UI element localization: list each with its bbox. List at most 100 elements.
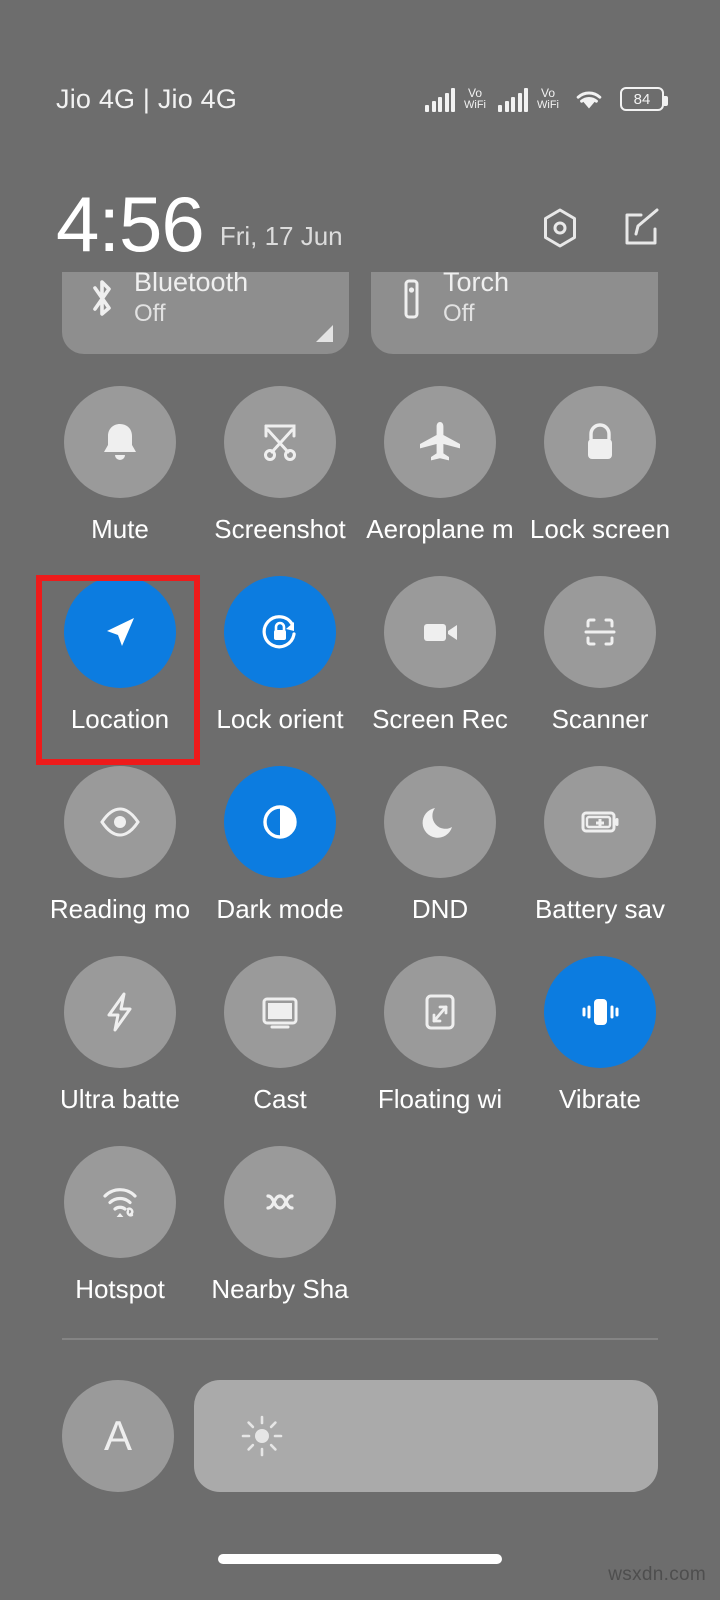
tile-hotspot[interactable]: Hotspot: [40, 1138, 200, 1328]
tile-ultra-battery-saver[interactable]: Ultra batte: [40, 948, 200, 1138]
tile-circle[interactable]: [544, 766, 656, 878]
big-tile-status: Off: [443, 300, 475, 327]
lightning-bolt-icon: [107, 992, 132, 1032]
big-tile-title: Bluetooth: [134, 272, 249, 297]
hotspot-icon: [103, 1188, 137, 1217]
big-tile-title: Torch: [443, 272, 510, 297]
tile-label: Dark mode: [216, 894, 344, 924]
vowifi-line1: Vo: [540, 86, 555, 100]
brightness-slider[interactable]: [194, 1380, 658, 1492]
tile-empty-1: [360, 1138, 520, 1328]
tile-nearby-share[interactable]: Nearby Sha: [200, 1138, 360, 1328]
home-indicator[interactable]: [218, 1554, 502, 1564]
sun-icon: [241, 1415, 283, 1457]
tile-label: Screenshot: [214, 514, 346, 544]
clock-date: Fri, 17 Jun: [219, 220, 343, 251]
tile-scanner[interactable]: Scanner: [520, 568, 680, 758]
auto-brightness-button[interactable]: A: [62, 1380, 174, 1492]
scan-frame-icon: [584, 618, 616, 646]
tile-label: Battery sav: [534, 894, 666, 924]
vowifi-line1: Vo: [467, 86, 482, 100]
big-tile-status: Off: [134, 300, 166, 327]
tile-expand-corner-icon[interactable]: [316, 325, 333, 342]
divider: [62, 1338, 658, 1340]
bluetooth-icon: [80, 276, 124, 322]
tile-circle[interactable]: [64, 766, 176, 878]
quick-settings-panel: Jio 4G | Jio 4G Vo WiFi Vo WiFi 84 4:56 …: [0, 0, 720, 1600]
tile-label: Reading mo: [49, 894, 191, 924]
tile-circle[interactable]: [224, 1146, 336, 1258]
status-icons: Vo WiFi Vo WiFi 84: [425, 49, 668, 112]
tile-dark-mode[interactable]: Dark mode: [200, 758, 360, 948]
header-actions: [538, 198, 664, 250]
tile-label: Aeroplane m: [366, 514, 514, 544]
tile-circle[interactable]: [384, 576, 496, 688]
tile-vibrate[interactable]: Vibrate: [520, 948, 680, 1138]
tile-circle[interactable]: [64, 386, 176, 498]
moon-icon: [422, 808, 452, 838]
battery-icon: 84: [620, 87, 668, 111]
tile-screen-recorder[interactable]: Screen Rec: [360, 568, 520, 758]
monitor-icon: [262, 997, 298, 1029]
tile-mute[interactable]: Mute: [40, 378, 200, 568]
tile-label: Cast: [253, 1084, 307, 1114]
tile-circle[interactable]: [544, 386, 656, 498]
tile-circle[interactable]: [384, 956, 496, 1068]
wifi-icon: [573, 87, 605, 111]
big-tiles-row: Bluetooth Off Torch Off: [0, 272, 720, 354]
tile-screenshot[interactable]: Screenshot: [200, 378, 360, 568]
tile-circle[interactable]: [384, 766, 496, 878]
vowifi-label-1: Vo WiFi: [464, 87, 486, 111]
tile-lock-orientation[interactable]: Lock orient: [200, 568, 360, 758]
tile-aeroplane-mode[interactable]: Aeroplane m: [360, 378, 520, 568]
tile-circle[interactable]: [64, 576, 176, 688]
tile-row: Hotspot Nearby Sha: [40, 1138, 680, 1328]
tile-label: Screen Rec: [372, 704, 508, 734]
tile-label: Floating wi: [377, 1084, 503, 1114]
tile-circle[interactable]: [224, 576, 336, 688]
tile-label: Mute: [91, 514, 149, 544]
bell-icon: [104, 424, 136, 460]
tile-dnd[interactable]: DND: [360, 758, 520, 948]
signal-bars-icon: [425, 87, 455, 112]
tile-location[interactable]: Location: [40, 568, 200, 758]
video-camera-icon: [424, 624, 457, 641]
tile-circle[interactable]: [544, 576, 656, 688]
lock-rotation-icon: [262, 615, 296, 649]
signal-bars-icon-2: [498, 87, 528, 112]
tile-label: Lock screen: [529, 514, 671, 544]
tile-lock-screen[interactable]: Lock screen: [520, 378, 680, 568]
tile-cast[interactable]: Cast: [200, 948, 360, 1138]
tile-row: Reading mo Dark mode DND Battery sav: [40, 758, 680, 948]
tile-reading-mode[interactable]: Reading mo: [40, 758, 200, 948]
tile-row: Mute Screenshot Aeroplane m Lock screen: [40, 378, 680, 568]
tile-label: Lock orient: [216, 704, 344, 734]
tile-circle[interactable]: [224, 766, 336, 878]
tile-label: Nearby Sha: [211, 1274, 349, 1304]
auto-brightness-label: A: [103, 1412, 132, 1459]
tile-label: DND: [411, 894, 469, 924]
tile-label: Scanner: [551, 704, 649, 734]
tile-floating-window[interactable]: Floating wi: [360, 948, 520, 1138]
tile-row: Location Lock orient Screen Rec Scanner: [40, 568, 680, 758]
aeroplane-icon: [420, 422, 460, 461]
tile-circle[interactable]: [544, 956, 656, 1068]
tile-circle[interactable]: [64, 1146, 176, 1258]
tile-row: Ultra batte Cast Floating wi Vibrate: [40, 948, 680, 1138]
tile-circle[interactable]: [64, 956, 176, 1068]
status-bar: Jio 4G | Jio 4G Vo WiFi Vo WiFi 84: [0, 0, 720, 160]
tile-circle[interactable]: [384, 386, 496, 498]
edit-pencil-icon[interactable]: [620, 206, 664, 250]
padlock-icon: [588, 423, 612, 459]
tile-circle[interactable]: [224, 956, 336, 1068]
tile-label: Ultra batte: [60, 1084, 180, 1114]
tile-label: Hotspot: [75, 1274, 165, 1304]
big-tile-bluetooth[interactable]: Bluetooth Off: [62, 272, 349, 354]
clock-time: 4:56: [56, 180, 205, 268]
vibrate-phone-icon: [582, 999, 619, 1025]
tile-circle[interactable]: [224, 386, 336, 498]
vowifi-line2: WiFi: [464, 99, 486, 111]
settings-gear-icon[interactable]: [538, 206, 582, 250]
big-tile-torch[interactable]: Torch Off: [371, 272, 658, 354]
tile-battery-saver[interactable]: Battery sav: [520, 758, 680, 948]
